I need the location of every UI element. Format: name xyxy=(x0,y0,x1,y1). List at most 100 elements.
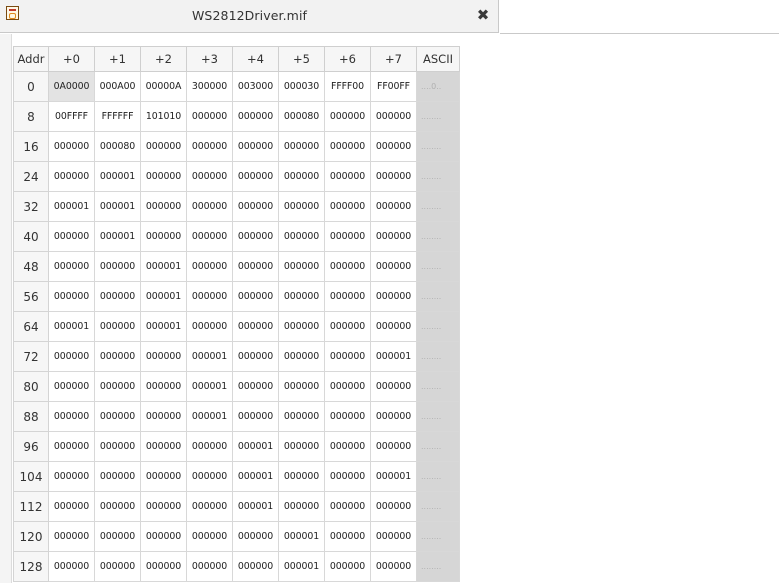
memory-cell[interactable]: 000000 xyxy=(140,191,187,222)
memory-cell[interactable]: 000000 xyxy=(48,281,95,312)
memory-cell[interactable]: 000000 xyxy=(278,431,325,462)
memory-cell[interactable]: 000000 xyxy=(140,221,187,252)
memory-cell[interactable]: 000000 xyxy=(94,401,141,432)
memory-cell[interactable]: 000001 xyxy=(48,191,95,222)
memory-cell[interactable]: 000000 xyxy=(94,341,141,372)
memory-cell[interactable]: 000000 xyxy=(140,431,187,462)
memory-cell[interactable]: 000001 xyxy=(232,461,279,492)
memory-cell[interactable]: 000001 xyxy=(140,281,187,312)
memory-cell[interactable]: 000000 xyxy=(232,371,279,402)
memory-cell[interactable]: 000000 xyxy=(232,161,279,192)
memory-cell[interactable]: 000000 xyxy=(140,401,187,432)
memory-cell[interactable]: 101010 xyxy=(140,101,187,132)
memory-cell[interactable]: FF00FF xyxy=(370,71,417,102)
memory-cell[interactable]: 000000 xyxy=(370,191,417,222)
memory-cell[interactable]: 000000 xyxy=(48,401,95,432)
memory-cell[interactable]: 000000 xyxy=(278,371,325,402)
memory-cell[interactable]: 000000 xyxy=(232,221,279,252)
memory-cell[interactable]: 000000 xyxy=(186,551,233,582)
memory-cell[interactable]: 000000 xyxy=(140,551,187,582)
memory-cell[interactable]: 000000 xyxy=(324,281,371,312)
memory-cell[interactable]: FFFF00 xyxy=(324,71,371,102)
memory-cell[interactable]: 000000 xyxy=(94,551,141,582)
memory-cell[interactable]: 000000 xyxy=(140,161,187,192)
memory-cell[interactable]: 000000 xyxy=(278,311,325,342)
memory-cell[interactable]: 300000 xyxy=(186,71,233,102)
memory-cell[interactable]: 000001 xyxy=(278,551,325,582)
memory-cell[interactable]: 000000 xyxy=(324,191,371,222)
memory-cell[interactable]: 000000 xyxy=(324,341,371,372)
memory-cell[interactable]: 000000 xyxy=(278,281,325,312)
memory-cell[interactable]: 000000 xyxy=(186,431,233,462)
memory-cell[interactable]: 00FFFF xyxy=(48,101,95,132)
memory-cell[interactable]: 000000 xyxy=(48,161,95,192)
memory-cell[interactable]: 000000 xyxy=(370,131,417,162)
memory-cell[interactable]: 000000 xyxy=(370,431,417,462)
memory-cell[interactable]: 000000 xyxy=(94,371,141,402)
memory-cell[interactable]: 000000 xyxy=(186,461,233,492)
memory-cell[interactable]: 000000 xyxy=(278,401,325,432)
memory-cell[interactable]: 000000 xyxy=(370,551,417,582)
memory-cell[interactable]: 000000 xyxy=(324,521,371,552)
memory-cell[interactable]: 000000 xyxy=(278,191,325,222)
memory-cell[interactable]: 000000 xyxy=(232,401,279,432)
memory-cell[interactable]: 000000 xyxy=(232,131,279,162)
memory-cell[interactable]: 000001 xyxy=(140,251,187,282)
memory-cell[interactable]: 000000 xyxy=(324,221,371,252)
memory-cell[interactable]: 000001 xyxy=(94,191,141,222)
memory-cell[interactable]: 000000 xyxy=(186,311,233,342)
memory-cell[interactable]: 000000 xyxy=(232,551,279,582)
memory-cell[interactable]: 000030 xyxy=(278,71,325,102)
memory-cell[interactable]: 000000 xyxy=(324,251,371,282)
memory-cell[interactable]: 000000 xyxy=(48,221,95,252)
memory-cell[interactable]: 000000 xyxy=(278,221,325,252)
memory-cell[interactable]: 000001 xyxy=(186,401,233,432)
memory-cell[interactable]: 000000 xyxy=(232,191,279,222)
memory-cell[interactable]: 000001 xyxy=(278,521,325,552)
memory-cell[interactable]: 000000 xyxy=(94,251,141,282)
memory-cell[interactable]: 000000 xyxy=(48,551,95,582)
memory-cell[interactable]: 000000 xyxy=(232,251,279,282)
memory-cell[interactable]: 000000 xyxy=(48,341,95,372)
memory-cell[interactable]: 000000 xyxy=(232,281,279,312)
memory-cell[interactable]: 003000 xyxy=(232,71,279,102)
memory-cell[interactable]: 000000 xyxy=(324,131,371,162)
memory-cell[interactable]: 000000 xyxy=(94,281,141,312)
memory-cell[interactable]: 000000 xyxy=(278,491,325,522)
memory-cell[interactable]: 000000 xyxy=(324,461,371,492)
memory-cell[interactable]: 000000 xyxy=(140,341,187,372)
memory-cell[interactable]: 000000 xyxy=(324,311,371,342)
memory-cell[interactable]: 000001 xyxy=(370,461,417,492)
memory-cell[interactable]: 000000 xyxy=(370,101,417,132)
memory-cell[interactable]: 000000 xyxy=(48,371,95,402)
memory-cell[interactable]: 00000A xyxy=(140,71,187,102)
memory-cell[interactable]: FFFFFF xyxy=(94,101,141,132)
memory-cell[interactable]: 000000 xyxy=(94,311,141,342)
memory-cell[interactable]: 000000 xyxy=(278,461,325,492)
memory-cell[interactable]: 000000 xyxy=(186,491,233,522)
memory-cell[interactable]: 000000 xyxy=(48,131,95,162)
memory-cell[interactable]: 000000 xyxy=(370,251,417,282)
memory-cell[interactable]: 000000 xyxy=(48,521,95,552)
memory-cell[interactable]: 000000 xyxy=(278,161,325,192)
memory-cell[interactable]: 000000 xyxy=(278,131,325,162)
memory-cell[interactable]: 000001 xyxy=(232,491,279,522)
memory-cell[interactable]: 000000 xyxy=(140,131,187,162)
memory-cell[interactable]: 000000 xyxy=(232,521,279,552)
memory-cell[interactable]: 000000 xyxy=(370,401,417,432)
tab-ws2812driver[interactable]: WS2812Driver.mif ✖ xyxy=(0,0,499,33)
memory-cell[interactable]: 000000 xyxy=(324,491,371,522)
memory-cell[interactable]: 000000 xyxy=(324,371,371,402)
memory-cell[interactable]: 000000 xyxy=(94,461,141,492)
memory-cell[interactable]: 000000 xyxy=(48,491,95,522)
memory-cell[interactable]: 000000 xyxy=(232,311,279,342)
memory-cell[interactable]: 000001 xyxy=(186,371,233,402)
memory-cell[interactable]: 000000 xyxy=(48,461,95,492)
memory-cell[interactable]: 000A00 xyxy=(94,71,141,102)
memory-cell[interactable]: 000000 xyxy=(324,101,371,132)
memory-cell[interactable]: 000000 xyxy=(232,341,279,372)
memory-cell[interactable]: 000000 xyxy=(370,161,417,192)
memory-cell[interactable]: 000000 xyxy=(186,221,233,252)
memory-cell[interactable]: 000001 xyxy=(140,311,187,342)
memory-cell[interactable]: 000000 xyxy=(370,311,417,342)
